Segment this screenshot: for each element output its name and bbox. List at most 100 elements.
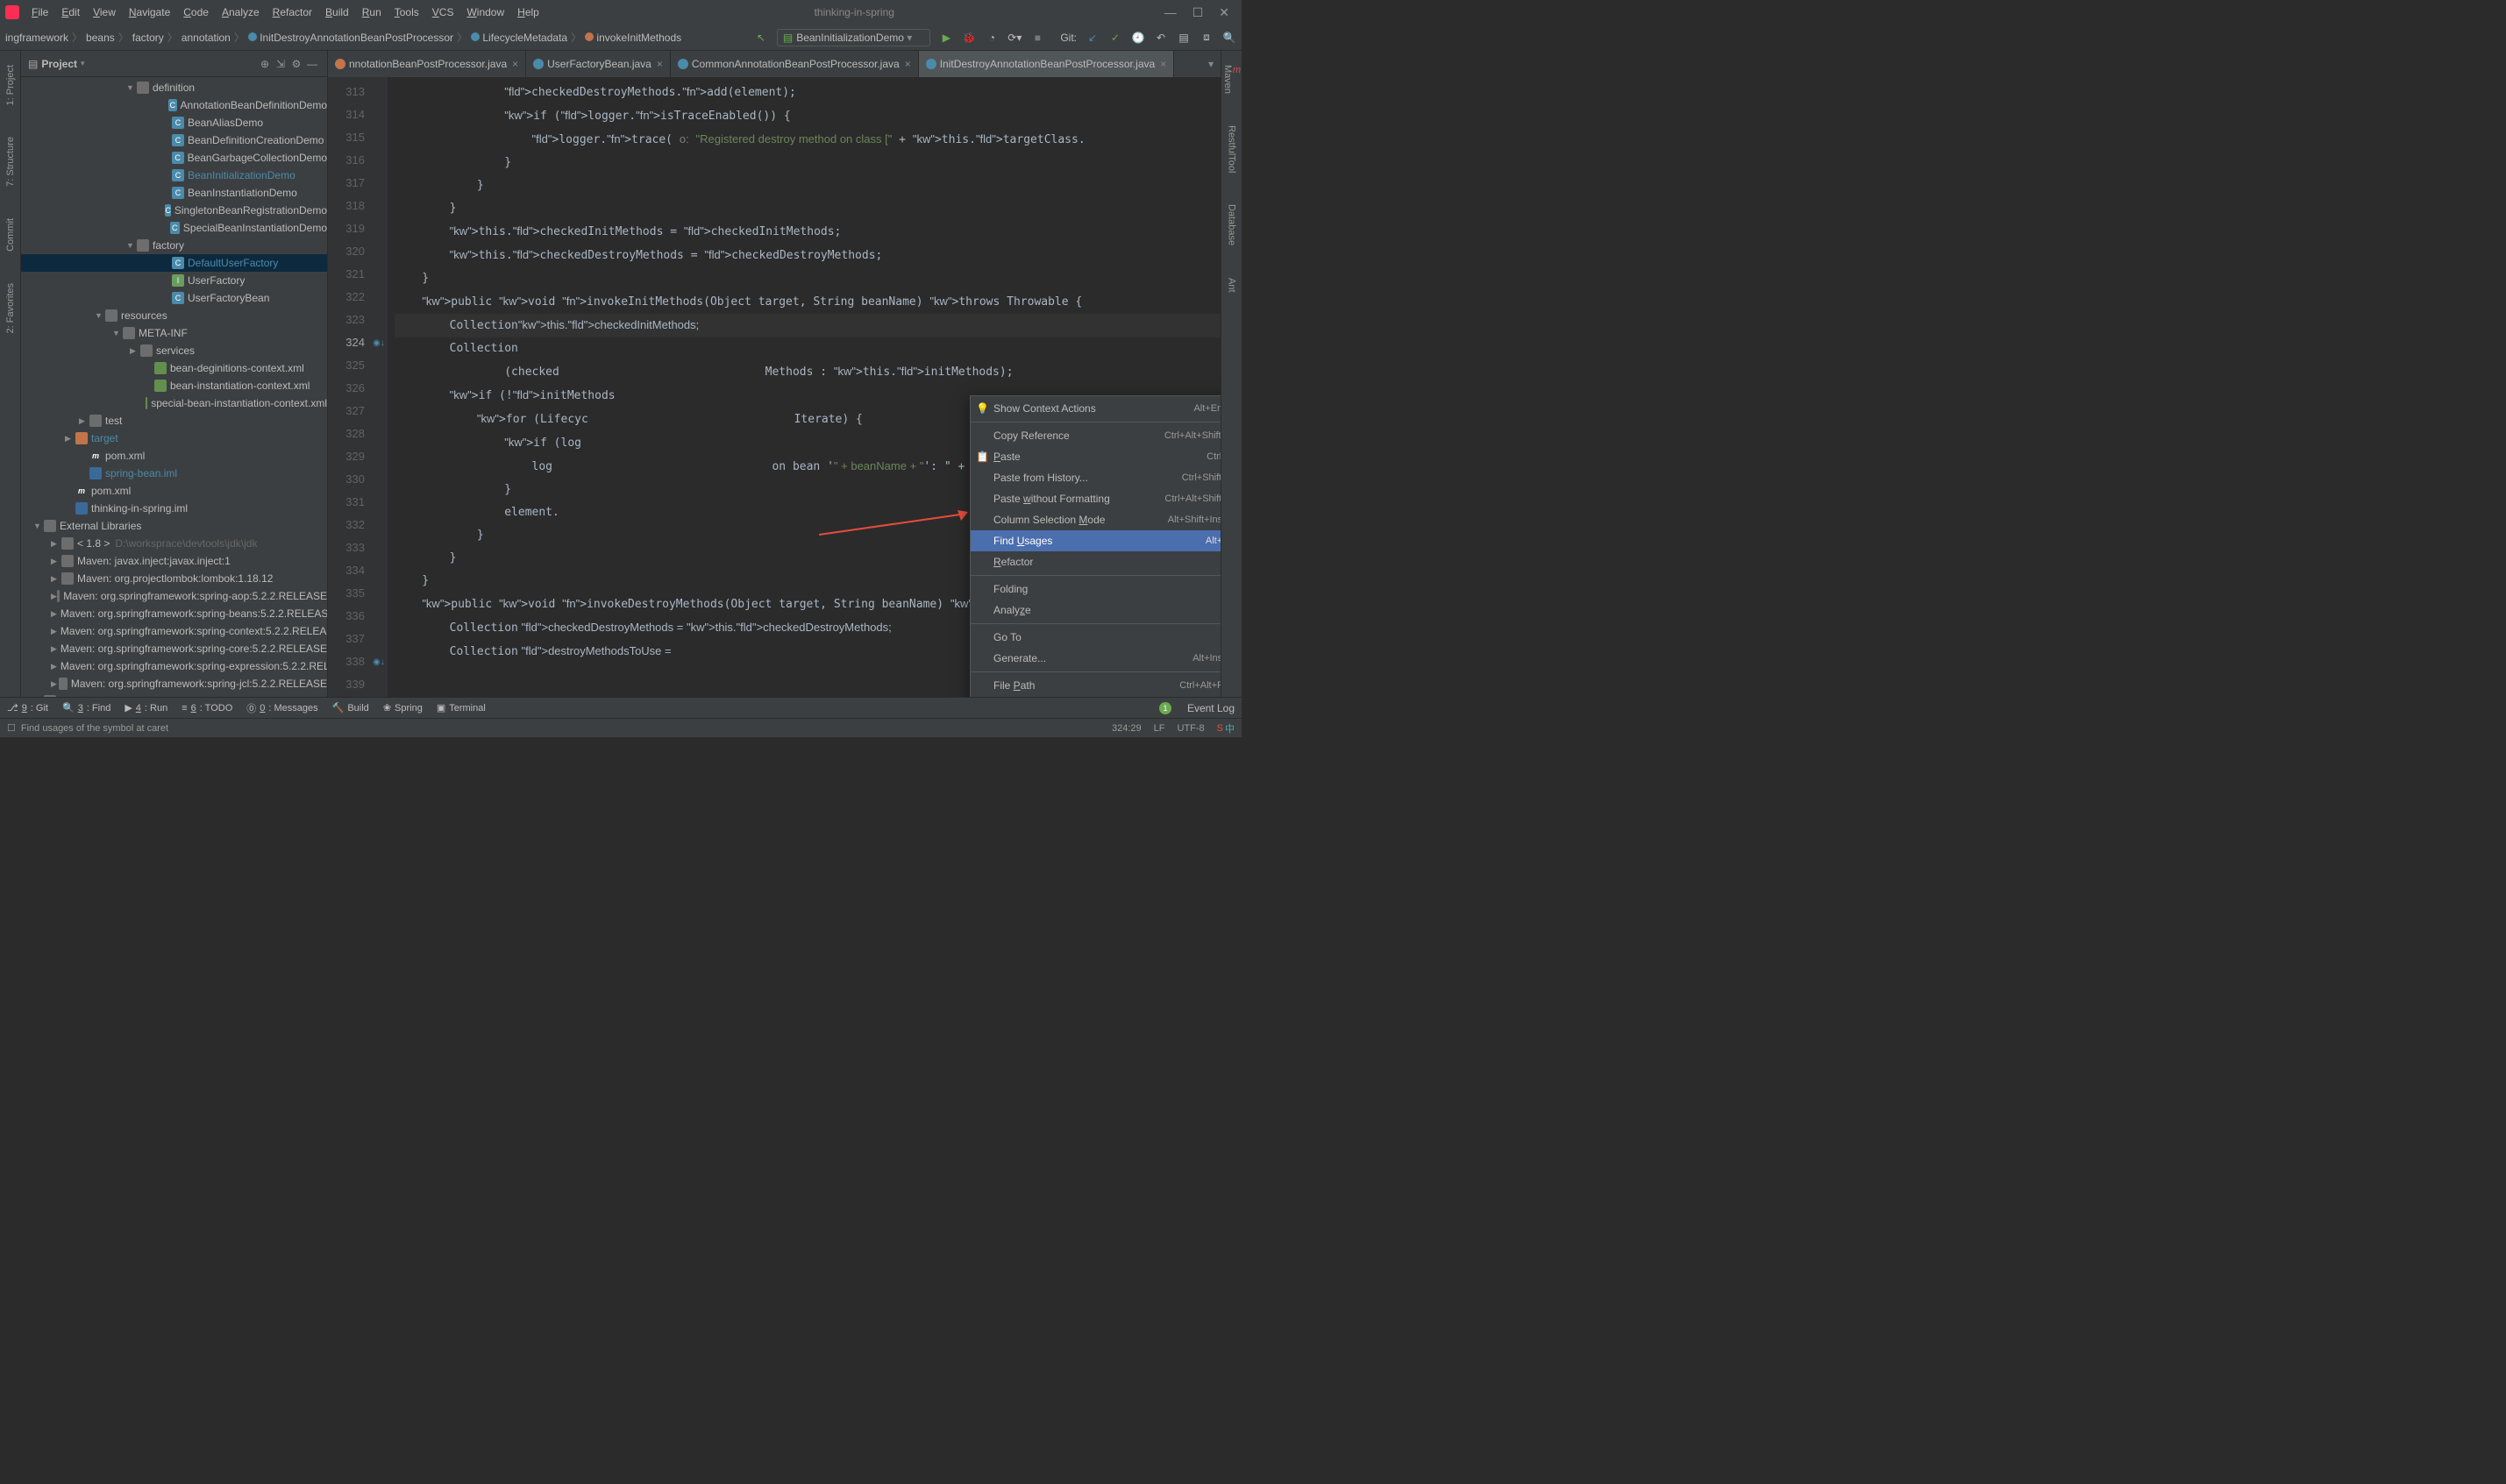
run-config-select[interactable]: ▤BeanInitializationDemo ▾ (777, 29, 930, 46)
tree-item[interactable]: thinking-in-spring.iml (21, 500, 327, 517)
tree-item[interactable]: special-bean-instantiation-context.xml (21, 394, 327, 412)
tree-item[interactable]: ▶services (21, 342, 327, 359)
bottom-tab[interactable]: 🔨 Build (332, 701, 369, 715)
tree-item[interactable]: ▶test (21, 412, 327, 430)
editor-tab[interactable]: CommonAnnotationBeanPostProcessor.java× (671, 51, 919, 77)
run-button[interactable]: ▶ (939, 31, 953, 45)
override-gutter-icon[interactable]: ◉↓ (373, 657, 385, 667)
ide-settings-icon[interactable]: ▤ (1177, 31, 1191, 45)
context-menu-item[interactable]: Column Selection ModeAlt+Shift+Insert (971, 509, 1221, 530)
bottom-tab[interactable]: ▶ 4: Run (125, 701, 167, 715)
bottom-tab[interactable]: 🔍 3: Find (62, 701, 110, 715)
menu-build[interactable]: Build (320, 4, 354, 21)
tree-item[interactable]: ▶Maven: org.springframework:spring-core:… (21, 640, 327, 657)
tree-item[interactable]: ▶Maven: org.springframework:spring-jcl:5… (21, 675, 327, 692)
code-viewport[interactable]: 3133143153163173183193203213223233243253… (328, 77, 1221, 697)
menu-navigate[interactable]: Navigate (124, 4, 175, 21)
menu-help[interactable]: Help (512, 4, 545, 21)
tree-item[interactable]: ▶Maven: org.springframework:spring-aop:5… (21, 587, 327, 605)
tree-item[interactable]: CSingletonBeanRegistrationDemo (21, 202, 327, 219)
tree-item[interactable]: ▶Maven: org.springframework:spring-beans… (21, 605, 327, 622)
menu-code[interactable]: Code (178, 4, 214, 21)
menu-window[interactable]: Window (461, 4, 509, 21)
maximize-button[interactable]: ☐ (1192, 5, 1204, 20)
editor-tab[interactable]: InitDestroyAnnotationBeanPostProcessor.j… (919, 51, 1175, 77)
file-encoding[interactable]: UTF-8 (1177, 723, 1204, 734)
locate-icon[interactable]: ⊕ (257, 58, 273, 70)
tree-item[interactable]: ▶Scratches and Consoles (21, 692, 327, 697)
tree-item[interactable]: IUserFactory (21, 272, 327, 289)
search-everywhere-icon[interactable]: ⧈ (1200, 31, 1214, 45)
tree-item[interactable]: CAnnotationBeanDefinitionDemo (21, 96, 327, 114)
profile-button[interactable]: ⟳▾ (1007, 31, 1022, 45)
close-tab-icon[interactable]: × (657, 58, 663, 70)
menu-run[interactable]: Run (357, 4, 387, 21)
gutter-icons[interactable]: ◉↓ ◉↓ (370, 77, 388, 697)
tree-item[interactable]: ▼resources (21, 307, 327, 324)
tree-item[interactable]: bean-deginitions-context.xml (21, 359, 327, 377)
close-tab-icon[interactable]: × (512, 58, 518, 70)
tree-item[interactable]: CDefaultUserFactory (21, 254, 327, 272)
search-icon[interactable]: 🔍 (1222, 31, 1236, 45)
tree-item[interactable]: ▶target (21, 430, 327, 447)
vcs-commit-icon[interactable]: ✓ (1108, 31, 1122, 45)
breadcrumb-item[interactable]: beans (86, 32, 115, 44)
close-tab-icon[interactable]: × (1160, 58, 1166, 70)
tree-item[interactable]: ▶Maven: javax.inject:javax.inject:1 (21, 552, 327, 570)
caret-position[interactable]: 324:29 (1112, 723, 1142, 734)
event-log-button[interactable]: Event Log (1187, 702, 1235, 714)
context-menu-item[interactable]: Generate...Alt+Insert (971, 648, 1221, 669)
tree-item[interactable]: CUserFactoryBean (21, 289, 327, 307)
right-tab[interactable]: Database (1225, 197, 1239, 252)
editor-tab[interactable]: nnotationBeanPostProcessor.java× (328, 51, 526, 77)
line-gutter[interactable]: 3133143153163173183193203213223233243253… (328, 77, 370, 697)
right-tab[interactable]: RestfulTool (1225, 118, 1239, 180)
context-menu-item[interactable]: Copy ReferenceCtrl+Alt+Shift+C (971, 425, 1221, 446)
bottom-tab[interactable]: ⓪ 0: Messages (246, 701, 317, 715)
line-separator[interactable]: LF (1154, 723, 1165, 734)
breadcrumb-item[interactable]: factory (132, 32, 164, 44)
breadcrumb-item[interactable]: annotation (182, 32, 231, 44)
tree-item[interactable]: ▼factory (21, 237, 327, 254)
menu-tools[interactable]: Tools (389, 4, 424, 21)
expand-icon[interactable]: ⇲ (273, 58, 288, 70)
close-tab-icon[interactable]: × (905, 58, 911, 70)
stop-button[interactable]: ■ (1030, 31, 1044, 45)
context-menu-item[interactable]: Folding▶ (971, 579, 1221, 600)
vcs-update-icon[interactable]: ↙ (1086, 31, 1100, 45)
editor-tab[interactable]: UserFactoryBean.java× (526, 51, 671, 77)
menu-analyze[interactable]: Analyze (217, 4, 265, 21)
breadcrumb-item[interactable]: InitDestroyAnnotationBeanPostProcessor (248, 32, 453, 44)
context-menu-item[interactable]: File PathCtrl+Alt+F12 (971, 675, 1221, 696)
vcs-history-icon[interactable]: 🕘 (1131, 31, 1145, 45)
left-tab[interactable]: 2: Favorites (4, 276, 18, 340)
project-tree[interactable]: ▼definitionCAnnotationBeanDefinitionDemo… (21, 77, 327, 697)
tree-item[interactable]: CBeanGarbageCollectionDemo (21, 149, 327, 167)
breadcrumb-item[interactable]: ingframework (5, 32, 68, 44)
context-menu-item[interactable]: Analyze▶ (971, 600, 1221, 621)
override-gutter-icon[interactable]: ◉↓ (373, 338, 385, 348)
left-tab[interactable]: 7: Structure (4, 130, 18, 194)
left-tab[interactable]: 1: Project (4, 58, 18, 112)
hide-icon[interactable]: — (304, 58, 320, 70)
tree-item[interactable]: ▶Maven: org.springframework:spring-expre… (21, 657, 327, 675)
context-menu-item[interactable]: Find UsagesAlt+F7 (971, 530, 1221, 551)
tree-item[interactable]: ▼External Libraries (21, 517, 327, 535)
context-menu-item[interactable]: Refactor▶ (971, 551, 1221, 572)
tree-item[interactable]: ▶Maven: org.projectlombok:lombok:1.18.12 (21, 570, 327, 587)
vcs-rollback-icon[interactable]: ↶ (1154, 31, 1168, 45)
back-icon[interactable]: ↖ (754, 31, 768, 45)
breadcrumb[interactable]: ingframework〉beans〉factory〉annotation〉 I… (5, 30, 681, 45)
left-tab[interactable]: Commit (4, 211, 18, 259)
menu-view[interactable]: View (88, 4, 121, 21)
tree-item[interactable]: ▶Maven: org.springframework:spring-conte… (21, 622, 327, 640)
tree-item[interactable]: CSpecialBeanInstantiationDemo (21, 219, 327, 237)
context-menu-item[interactable]: 💡Show Context ActionsAlt+Enter (971, 398, 1221, 419)
context-menu-item[interactable]: Paste without FormattingCtrl+Alt+Shift+V (971, 488, 1221, 509)
menu-refactor[interactable]: Refactor (267, 4, 317, 21)
tree-item[interactable]: bean-instantiation-context.xml (21, 377, 327, 394)
bottom-tab[interactable]: ⎇ 9: Git (7, 701, 48, 715)
bottom-tab[interactable]: ❀ Spring (383, 701, 423, 715)
breadcrumb-item[interactable]: invokeInitMethods (585, 32, 681, 44)
bottom-tab[interactable]: ▣ Terminal (437, 701, 486, 715)
